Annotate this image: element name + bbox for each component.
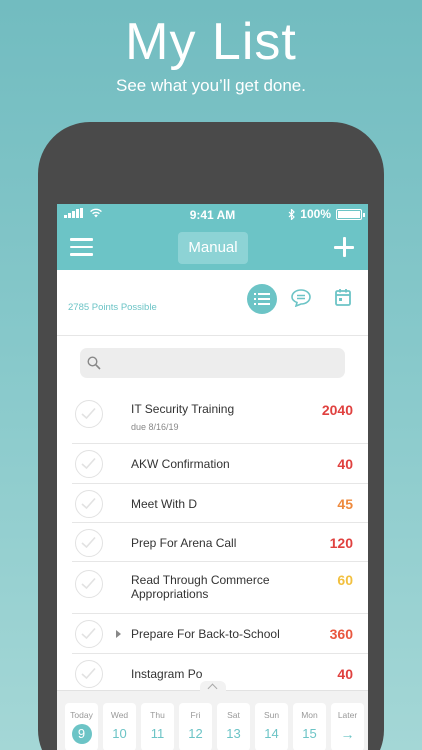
task-row[interactable]: Read Through Commerce Appropriations 60	[72, 562, 368, 614]
day-number: 9	[71, 724, 92, 744]
task-title: Prep For Arena Call	[131, 536, 237, 550]
day-number: 15	[302, 726, 317, 741]
task-checkbox[interactable]	[75, 490, 103, 518]
task-title: IT Security Training	[131, 402, 235, 416]
day-label: Wed	[110, 710, 129, 720]
day-wed[interactable]: Wed 10	[103, 703, 136, 750]
day-label: Later	[337, 710, 358, 720]
day-label: Today	[70, 710, 93, 720]
chat-bubble-icon	[291, 289, 311, 307]
checkmark-icon	[81, 627, 96, 640]
bluetooth-icon	[288, 208, 296, 220]
day-label: Sat	[227, 710, 240, 720]
task-checkbox[interactable]	[75, 529, 103, 557]
arrow-right-icon: →	[340, 726, 355, 742]
task-points: 40	[337, 456, 353, 472]
checkmark-icon	[81, 497, 96, 510]
status-bar: 9:41 AM 100%	[57, 204, 368, 224]
notes-view-button[interactable]	[289, 286, 313, 310]
task-due-date: due 8/16/19	[131, 422, 179, 432]
hamburger-menu-icon[interactable]	[70, 238, 93, 256]
day-number: 14	[264, 726, 279, 741]
day-label: Fri	[190, 710, 201, 720]
task-title: Meet With D	[131, 497, 198, 511]
task-row[interactable]: Prepare For Back-to-School 360	[72, 614, 368, 654]
task-row[interactable]: AKW Confirmation 40	[72, 444, 368, 484]
task-list: IT Security Training due 8/16/19 2040 AKW C…	[72, 392, 368, 694]
app-screen: 9:41 AM 100% Manual 2785 Points Possible	[57, 204, 368, 750]
search-input[interactable]	[106, 348, 336, 378]
battery-icon	[336, 208, 365, 220]
plus-icon[interactable]	[334, 237, 354, 257]
checkmark-icon	[81, 407, 96, 420]
day-picker-bar: Today 9 Wed 10 Thu 11 Fri 12 Sat 13 Sun 14 Mon 15 Late…	[57, 681, 368, 750]
task-checkbox[interactable]	[75, 620, 103, 648]
day-label: Mon	[301, 710, 318, 720]
day-picker: Today 9 Wed 10 Thu 11 Fri 12 Sat 13 Sun 14 Mon 15 Late…	[65, 703, 364, 750]
task-title: Instagram Po	[131, 667, 203, 681]
task-title: Read Through Commerce Appropriations	[131, 573, 270, 601]
day-later[interactable]: Later →	[331, 703, 364, 750]
task-points: 40	[337, 666, 353, 682]
task-checkbox[interactable]	[75, 570, 103, 598]
search-bar	[80, 348, 345, 378]
expand-arrow-icon[interactable]	[116, 630, 121, 638]
search-icon	[87, 356, 101, 370]
checkmark-icon	[81, 457, 96, 470]
day-thu[interactable]: Thu 11	[141, 703, 174, 750]
points-bar: 2785 Points Possible	[57, 270, 368, 336]
day-sat[interactable]: Sat 13	[217, 703, 250, 750]
task-checkbox[interactable]	[75, 660, 103, 688]
day-fri[interactable]: Fri 12	[179, 703, 212, 750]
drawer-handle[interactable]	[200, 681, 226, 694]
calendar-icon	[335, 289, 351, 306]
day-label: Sun	[263, 710, 280, 720]
day-mon[interactable]: Mon 15	[293, 703, 326, 750]
points-possible: 2785 Points Possible	[68, 302, 157, 313]
list-icon	[254, 293, 270, 305]
task-checkbox[interactable]	[75, 400, 103, 428]
day-number: 10	[112, 726, 127, 741]
task-points: 45	[337, 496, 353, 512]
status-bar-right: 100%	[288, 207, 365, 221]
day-number: 13	[226, 726, 241, 741]
day-number: 11	[150, 726, 165, 741]
chevron-up-icon	[207, 683, 218, 694]
day-sun[interactable]: Sun 14	[255, 703, 288, 750]
list-selector-button[interactable]: Manual	[178, 232, 248, 264]
task-points: 360	[329, 626, 353, 642]
task-row[interactable]: Meet With D 45	[72, 484, 368, 523]
checkmark-icon	[81, 667, 96, 680]
task-row[interactable]: Prep For Arena Call 120	[72, 523, 368, 562]
checkmark-icon	[81, 536, 96, 549]
battery-percent: 100%	[300, 207, 331, 221]
task-points: 60	[337, 572, 353, 588]
day-number: 12	[188, 726, 203, 741]
checkmark-icon	[81, 577, 96, 590]
nav-bar: Manual	[57, 224, 368, 270]
task-title: AKW Confirmation	[131, 457, 230, 471]
task-checkbox[interactable]	[75, 450, 103, 478]
promo-tagline: See what you’ll get done.	[116, 76, 306, 95]
day-today[interactable]: Today 9	[65, 703, 98, 750]
list-view-button[interactable]	[247, 284, 277, 314]
day-label: Thu	[150, 710, 165, 720]
task-row[interactable]: IT Security Training due 8/16/19 2040	[72, 392, 368, 444]
task-title: Prepare For Back-to-School	[131, 627, 280, 641]
task-points: 2040	[321, 402, 353, 418]
calendar-view-button[interactable]	[331, 286, 355, 310]
promo-headline: My List	[125, 13, 297, 71]
task-points: 120	[329, 535, 353, 551]
